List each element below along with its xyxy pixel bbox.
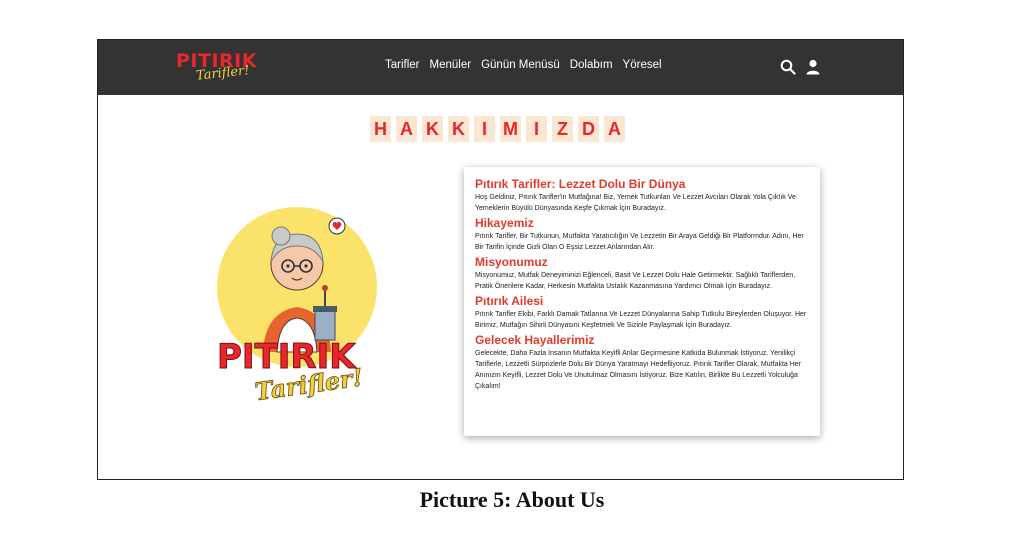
title-letter: I — [474, 116, 495, 142]
title-letter: I — [526, 116, 547, 142]
title-letter: D — [578, 116, 599, 142]
section-body: Gelecekte, Daha Fazla İnsanın Mutfakta K… — [475, 350, 802, 390]
about-card: Pıtırık Tarifler: Lezzet Dolu Bir Dünya … — [464, 167, 820, 436]
figure-caption: Picture 5: About Us — [419, 487, 605, 512]
browser-frame: PITIRIK Tarifler! Tarifler Menüler Günün… — [97, 39, 904, 480]
main-nav: Tarifler Menüler Günün Menüsü Dolabım Yö… — [385, 59, 662, 71]
section-heading: Pıtırık Ailesi — [475, 294, 544, 308]
nav-item-tarifler[interactable]: Tarifler — [385, 59, 420, 71]
title-letter: Z — [552, 116, 573, 142]
section-heading: Misyonumuz — [475, 255, 548, 269]
navbar: PITIRIK Tarifler! Tarifler Menüler Günün… — [98, 40, 903, 95]
user-icon[interactable] — [805, 59, 821, 75]
search-icon[interactable] — [780, 59, 796, 75]
title-letter: A — [396, 116, 417, 142]
nav-item-gunun-menusu[interactable]: Günün Menüsü — [481, 59, 560, 71]
section-heading: Gelecek Hayallerimiz — [475, 333, 595, 347]
title-letter: K — [422, 116, 443, 142]
nav-item-dolabim[interactable]: Dolabım — [570, 59, 613, 71]
section-body: Hoş Geldiniz, Pıtırık Tarifler'in Mutfağ… — [475, 194, 796, 212]
site-logo[interactable]: PITIRIK Tarifler! — [176, 50, 266, 86]
section-body: Misyonumuz, Mutfak Deneyiminizi Eğlencel… — [475, 272, 796, 290]
section-body: Pıtırık Tarifler Ekibi, Farklı Damak Tat… — [475, 311, 807, 329]
grandma-chef-illustration: PITIRIK Tarifler! — [217, 207, 377, 402]
title-letter: A — [604, 116, 625, 142]
title-letter: M — [500, 116, 521, 142]
title-letter: H — [370, 116, 391, 142]
nav-item-yoresel[interactable]: Yöresel — [623, 59, 662, 71]
nav-item-menuler[interactable]: Menüler — [430, 59, 472, 71]
section-heading: Hikayemiz — [475, 216, 534, 230]
title-letter: K — [448, 116, 469, 142]
page-title: H A K K I M I Z D A — [370, 116, 625, 142]
section-body: Pıtırık Tarifler, Bir Tutkunun, Mutfakta… — [475, 233, 804, 251]
section-heading: Pıtırık Tarifler: Lezzet Dolu Bir Dünya — [475, 177, 686, 191]
